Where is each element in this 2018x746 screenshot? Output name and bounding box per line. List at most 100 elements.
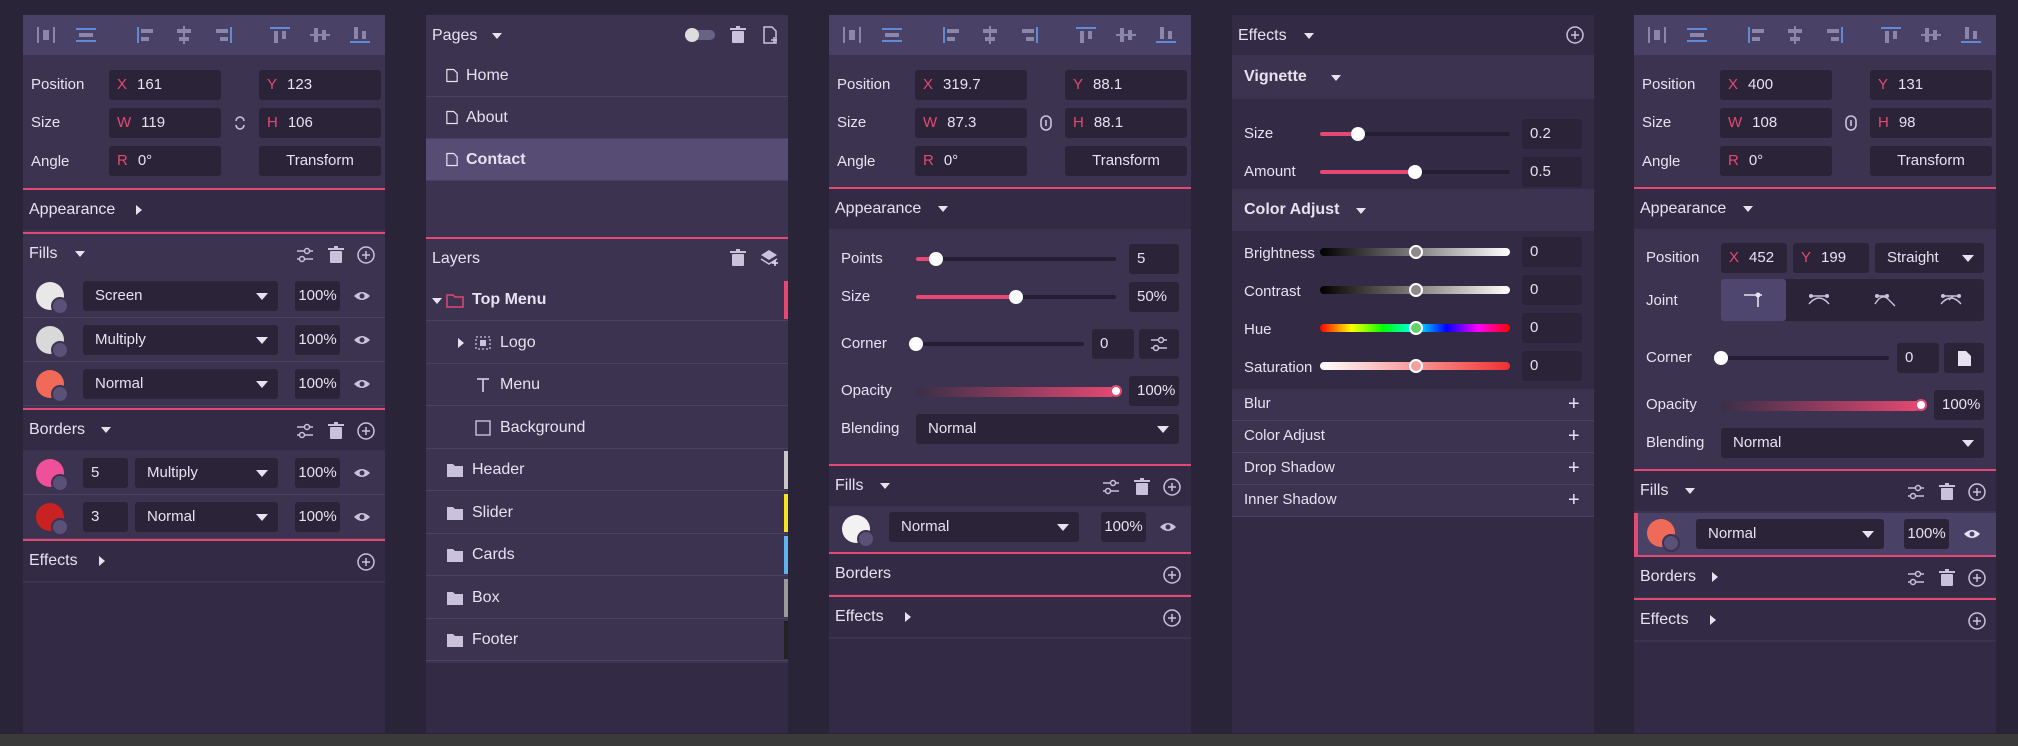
layer-item[interactable]: Footer (426, 619, 788, 661)
align-bottom-icon[interactable] (1960, 26, 1982, 44)
add-effect-item[interactable]: Color Adjust + (1232, 421, 1594, 453)
trash-icon[interactable] (1132, 477, 1152, 497)
appearance-section-header[interactable]: Appearance (1634, 187, 1996, 229)
chevron-down-icon[interactable] (1304, 33, 1314, 39)
expand-right-icon[interactable] (458, 337, 464, 348)
align-top-icon[interactable] (1880, 26, 1902, 44)
distribute-horizontal-icon[interactable] (841, 26, 863, 44)
eyedropper-icon[interactable] (51, 385, 69, 403)
add-circle-icon[interactable] (1162, 477, 1182, 497)
add-circle-icon[interactable] (356, 421, 376, 441)
fill-row-selected[interactable]: Normal 100% (1634, 513, 1996, 555)
trash-icon[interactable] (1937, 482, 1957, 502)
borders-section-header[interactable]: Borders (829, 552, 1191, 594)
joint-asymmetric-icon[interactable] (1939, 292, 1963, 308)
align-left-icon[interactable] (940, 26, 962, 44)
opacity-slider[interactable] (1721, 401, 1921, 411)
align-middle-icon[interactable] (1920, 26, 1942, 44)
expand-down-icon[interactable] (432, 298, 442, 304)
border-opacity[interactable]: 100% (295, 502, 340, 532)
corner-slider[interactable] (1721, 356, 1889, 360)
corner-value[interactable]: 0 (1092, 329, 1134, 359)
adjust-sliders-icon[interactable] (1101, 477, 1121, 497)
point-y-field[interactable]: Y 199 (1793, 243, 1869, 273)
plus-icon[interactable]: + (1568, 489, 1580, 511)
transform-button[interactable]: Transform (1065, 146, 1187, 176)
w-field[interactable]: W 108 (1720, 108, 1832, 138)
plus-icon[interactable]: + (1568, 457, 1580, 479)
points-slider-knob[interactable] (929, 252, 943, 266)
joint-mirrored-icon[interactable] (1807, 292, 1831, 308)
color-swatch[interactable] (36, 459, 69, 492)
trash-icon[interactable] (326, 421, 346, 441)
size-value[interactable]: 50% (1129, 282, 1179, 312)
fill-opacity[interactable]: 100% (1904, 519, 1949, 549)
lock-ratio-icon[interactable] (230, 113, 250, 133)
align-middle-icon[interactable] (309, 26, 331, 44)
appearance-section-header[interactable]: Appearance (829, 187, 1191, 229)
align-top-icon[interactable] (269, 26, 291, 44)
fill-color-swatch[interactable] (842, 515, 875, 548)
add-circle-icon[interactable] (1162, 565, 1182, 585)
layer-item[interactable]: Box (426, 577, 788, 619)
align-top-icon[interactable] (1075, 26, 1097, 44)
adjust-sliders-icon[interactable] (295, 245, 315, 265)
brightness-knob[interactable] (1409, 245, 1423, 259)
points-value[interactable]: 5 (1129, 244, 1179, 274)
color-swatch[interactable] (36, 326, 69, 359)
align-bottom-icon[interactable] (349, 26, 371, 44)
eyedropper-icon[interactable] (51, 297, 69, 315)
add-effect-item[interactable]: Blur + (1232, 389, 1594, 421)
rotation-field[interactable]: R 0° (109, 146, 221, 176)
fills-section-header[interactable]: Fills (829, 464, 1191, 506)
h-field[interactable]: H 88.1 (1065, 108, 1187, 138)
distribute-horizontal-icon[interactable] (35, 26, 57, 44)
eye-icon[interactable] (1159, 521, 1177, 533)
coloradjust-header[interactable]: Color Adjust (1232, 189, 1594, 231)
align-middle-icon[interactable] (1115, 26, 1137, 44)
vignette-size-value[interactable]: 0.2 (1522, 119, 1582, 149)
points-slider[interactable] (916, 257, 1116, 261)
add-circle-icon[interactable] (1967, 482, 1987, 502)
rotation-field[interactable]: R 0° (1720, 146, 1832, 176)
fill-opacity[interactable]: 100% (295, 369, 340, 399)
size-slider-knob[interactable] (1009, 290, 1023, 304)
vignette-size-knob[interactable] (1351, 127, 1365, 141)
blending-dropdown[interactable]: Normal (1721, 428, 1984, 458)
fill-blend-dropdown[interactable]: Screen (83, 281, 278, 311)
contrast-value[interactable]: 0 (1522, 275, 1582, 305)
align-right-icon[interactable] (213, 26, 235, 44)
fill-opacity[interactable]: 100% (295, 281, 340, 311)
fills-section-header[interactable]: Fills (23, 232, 385, 274)
layer-item[interactable]: Background (426, 407, 788, 449)
add-page-icon[interactable] (760, 25, 780, 45)
color-swatch[interactable] (36, 370, 69, 403)
align-left-icon[interactable] (134, 26, 156, 44)
x-field[interactable]: X 400 (1720, 70, 1832, 100)
trash-icon[interactable] (728, 248, 748, 268)
opacity-value[interactable]: 100% (1129, 376, 1179, 406)
w-field[interactable]: W 87.3 (915, 108, 1027, 138)
page-item[interactable]: About (426, 97, 788, 139)
add-layer-icon[interactable] (759, 248, 779, 268)
corner-slider[interactable] (916, 342, 1084, 346)
border-blend-dropdown[interactable]: Multiply (135, 458, 278, 488)
joint-disconnected-icon[interactable] (1873, 292, 1897, 308)
trash-icon[interactable] (326, 245, 346, 265)
corner-options-button[interactable] (1139, 329, 1179, 359)
vignette-amount-value[interactable]: 0.5 (1522, 157, 1582, 187)
fill-blend-dropdown[interactable]: Normal (83, 369, 278, 399)
eye-icon[interactable] (353, 290, 371, 302)
y-field[interactable]: Y 123 (259, 70, 381, 100)
eyedropper-icon[interactable] (51, 341, 69, 359)
add-effect-item[interactable]: Drop Shadow + (1232, 453, 1594, 485)
adjust-sliders-icon[interactable] (1906, 482, 1926, 502)
layer-item[interactable]: Logo (426, 322, 788, 364)
vignette-header[interactable]: Vignette (1232, 57, 1594, 99)
blending-dropdown[interactable]: Normal (916, 414, 1179, 444)
layer-item[interactable]: Top Menu (426, 279, 788, 321)
eye-icon[interactable] (353, 334, 371, 346)
transform-button[interactable]: Transform (259, 146, 381, 176)
border-opacity[interactable]: 100% (295, 458, 340, 488)
eye-icon[interactable] (353, 378, 371, 390)
